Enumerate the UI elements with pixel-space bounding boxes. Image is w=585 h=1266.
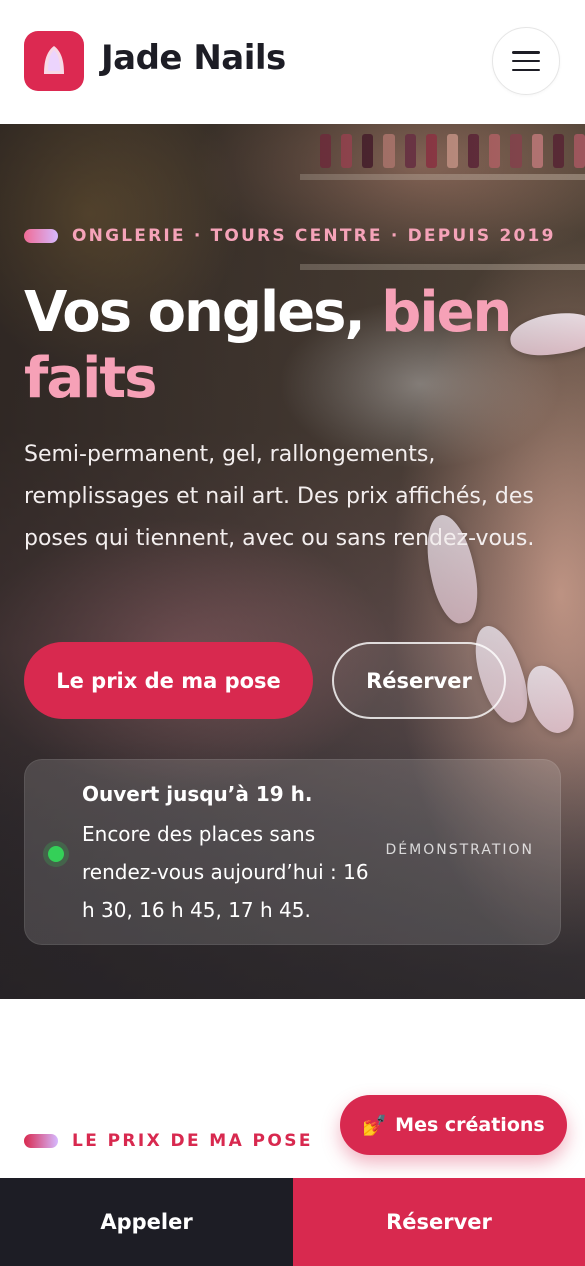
open-status-dot <box>48 846 64 862</box>
hero-eyebrow: ONGLERIE · TOURS CENTRE · DEPUIS 2019 <box>24 226 556 246</box>
bottom-book-button[interactable]: Réserver <box>293 1178 585 1266</box>
nail-icon <box>44 46 64 74</box>
demo-tag: DÉMONSTRATION <box>385 842 534 858</box>
hero-description: Semi-permanent, gel, rallongements, remp… <box>24 442 535 551</box>
hero: ONGLERIE · TOURS CENTRE · DEPUIS 2019 Vo… <box>0 124 585 999</box>
nail-polish-icon: 💅 <box>362 1113 388 1137</box>
logo[interactable] <box>24 31 84 91</box>
eyebrow-pill <box>24 229 58 243</box>
eyebrow-pill <box>24 1134 58 1148</box>
hero-eyebrow-text: ONGLERIE · TOURS CENTRE · DEPUIS 2019 <box>72 226 556 246</box>
call-button[interactable]: Appeler <box>0 1178 293 1266</box>
bottom-action-bar: Appeler Réserver <box>0 1178 585 1266</box>
hero-title-main: Vos ongles, <box>24 280 382 345</box>
pricing-section-eyebrow: LE PRIX DE MA POSE <box>24 1131 313 1151</box>
hamburger-icon <box>512 51 540 71</box>
brand-name[interactable]: Jade Nails <box>101 38 286 78</box>
pricing-section-eyebrow-text: LE PRIX DE MA POSE <box>72 1131 313 1151</box>
book-button[interactable]: Réserver <box>332 642 506 719</box>
price-button[interactable]: Le prix de ma pose <box>24 642 313 719</box>
site-header: Jade Nails <box>0 0 585 124</box>
hero-title: Vos ongles, bien faits <box>24 280 564 412</box>
my-creations-label: Mes créations <box>395 1114 545 1136</box>
menu-button[interactable] <box>492 27 560 95</box>
my-creations-button[interactable]: 💅 Mes créations <box>340 1095 567 1155</box>
status-text: Encore des places sans rendez-vous aujou… <box>82 822 369 922</box>
opening-status-card: Ouvert jusqu’à 19 h. Encore des places s… <box>24 759 561 945</box>
status-title: Ouvert jusqu’à 19 h. <box>82 782 313 806</box>
